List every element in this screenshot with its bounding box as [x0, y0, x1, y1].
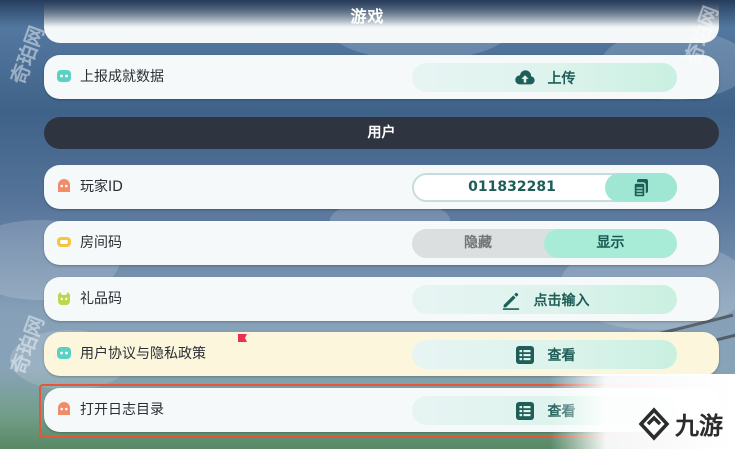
gift-code-label: 礼品码	[80, 291, 122, 307]
user-agreement-label: 用户协议与隐私政策	[80, 346, 206, 362]
page-title: 游戏	[350, 7, 385, 26]
row-upload-achievements: 上报成就数据 上传	[44, 55, 719, 99]
room-icon	[57, 237, 71, 247]
upload-button-label: 上传	[547, 70, 576, 87]
list-icon	[515, 401, 534, 420]
copy-icon	[633, 178, 648, 198]
copy-id-button[interactable]	[605, 173, 677, 202]
player-id-label: 玩家ID	[80, 179, 123, 195]
robot-icon	[57, 70, 71, 82]
toggle-hide-option[interactable]: 隐藏	[412, 229, 544, 258]
player-icon	[58, 179, 70, 192]
watermark-logo: 九游	[637, 406, 723, 441]
cloud-upload-icon	[514, 69, 535, 84]
room-code-label: 房间码	[80, 235, 122, 251]
row-room-code: 房间码 隐藏 显示	[44, 221, 719, 265]
player-icon	[58, 402, 70, 415]
nine-game-logo-icon	[638, 406, 670, 441]
gift-icon	[58, 292, 70, 305]
view-agreement-button[interactable]: 查看	[412, 340, 677, 369]
open-log-directory-label: 打开日志目录	[80, 402, 164, 418]
player-id-field: 011832281	[412, 173, 677, 202]
gift-code-input-button[interactable]: 点击输入	[412, 285, 677, 314]
section-header-user: 用户	[44, 117, 719, 149]
cursor-marker-icon	[238, 334, 247, 342]
upload-achievements-label: 上报成就数据	[80, 69, 164, 85]
upload-button[interactable]: 上传	[412, 63, 677, 92]
row-user-agreement: 用户协议与隐私政策 查看	[44, 332, 719, 376]
gift-code-button-label: 点击输入	[533, 292, 590, 309]
row-gift-code: 礼品码 点击输入	[44, 277, 719, 321]
robot-icon	[57, 347, 71, 359]
row-player-id: 玩家ID 011832281	[44, 165, 719, 209]
list-icon	[515, 345, 534, 364]
view-agreement-label: 查看	[547, 347, 576, 364]
watermark-brand-text: 九游	[675, 412, 723, 440]
section-title: 用户	[367, 125, 396, 141]
pencil-icon	[502, 292, 519, 310]
room-code-toggle[interactable]: 隐藏 显示	[412, 229, 677, 258]
player-id-value: 011832281	[468, 179, 556, 195]
toggle-show-option[interactable]: 显示	[544, 229, 677, 258]
